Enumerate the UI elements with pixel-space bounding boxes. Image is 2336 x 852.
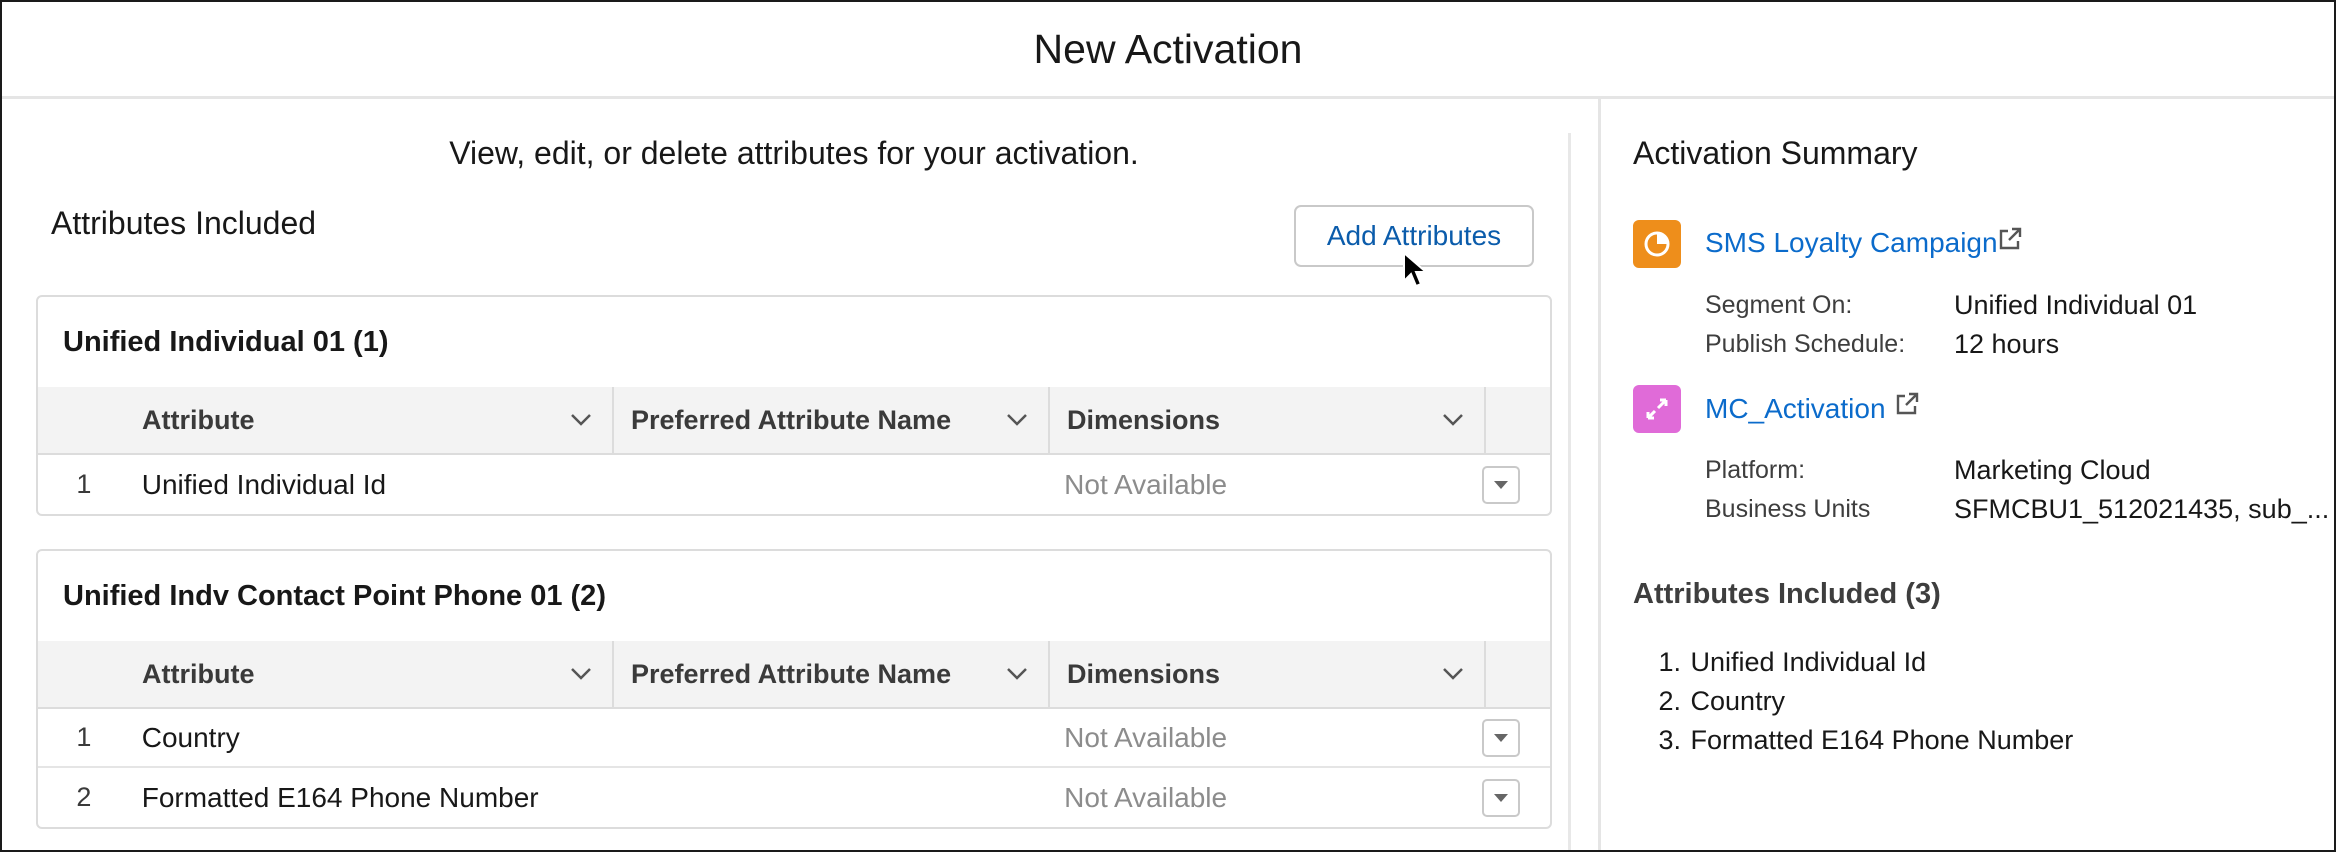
- activation-target-link[interactable]: MC_Activation: [1705, 393, 1886, 425]
- row-number: 2: [76, 782, 92, 812]
- attributes-included-heading: Attributes Included (3): [1633, 578, 1941, 610]
- attribute-name: Unified Individual Id: [141, 468, 387, 500]
- actions-header: [1486, 641, 1550, 707]
- column-label: Dimensions: [1067, 404, 1221, 435]
- group-title: Unified Individual 01 (1): [63, 325, 389, 358]
- segment-link[interactable]: SMS Loyalty Campaign: [1705, 227, 1998, 259]
- column-header-dimensions[interactable]: Dimensions: [1050, 387, 1486, 453]
- section-title: Attributes Included: [51, 205, 317, 241]
- page-header: New Activation: [2, 2, 2334, 99]
- row-number-header: [38, 387, 142, 453]
- business-units-value: SFMCBU1_512021435, sub_...: [1954, 494, 2330, 524]
- segment-on-value: Unified Individual 01: [1954, 290, 2198, 320]
- page-title: New Activation: [1033, 25, 1303, 72]
- dimensions-value: Not Available: [1064, 468, 1228, 500]
- attribute-name: Formatted E164 Phone Number: [141, 781, 539, 813]
- row-actions-button[interactable]: [1481, 465, 1520, 504]
- chevron-down-icon[interactable]: [1442, 667, 1464, 681]
- attributes-list: 1. Unified Individual Id 2. Country 3. F…: [1633, 643, 2073, 760]
- activation-summary-panel: Activation Summary SMS Loyalty Campaign …: [1598, 99, 2334, 850]
- chevron-down-icon[interactable]: [570, 413, 592, 427]
- column-label: Preferred Attribute Name: [631, 404, 952, 435]
- attribute-group-card: Unified Indv Contact Point Phone 01 (2) …: [36, 549, 1552, 829]
- platform-value: Marketing Cloud: [1954, 455, 2151, 485]
- row-number: 1: [76, 469, 92, 499]
- caret-down-icon: [1493, 733, 1508, 742]
- chevron-down-icon[interactable]: [1006, 667, 1028, 681]
- table-row: 1 Unified Individual Id Not Available: [38, 455, 1550, 514]
- column-header-dimensions[interactable]: Dimensions: [1050, 641, 1486, 707]
- dimensions-value: Not Available: [1064, 721, 1228, 753]
- attribute-group-card: Unified Individual 01 (1) Attribute Pref…: [36, 295, 1552, 516]
- publish-schedule-value: 12 hours: [1954, 329, 2060, 359]
- business-units-label: Business Units: [1705, 495, 1871, 523]
- chevron-down-icon[interactable]: [1442, 413, 1464, 427]
- chevron-down-icon[interactable]: [570, 667, 592, 681]
- caret-down-icon: [1493, 480, 1508, 489]
- column-label: Attribute: [142, 658, 255, 689]
- intro-text: View, edit, or delete attributes for you…: [449, 135, 1139, 171]
- row-actions-button[interactable]: [1481, 718, 1520, 757]
- scrollbar[interactable]: [1568, 133, 1571, 850]
- column-header-preferred[interactable]: Preferred Attribute Name: [614, 641, 1050, 707]
- list-item: 1. Unified Individual Id: [1658, 647, 1927, 677]
- row-number: 1: [76, 722, 92, 752]
- actions-header: [1486, 387, 1550, 453]
- column-header-preferred[interactable]: Preferred Attribute Name: [614, 387, 1050, 453]
- attributes-panel: View, edit, or delete attributes for you…: [2, 99, 1568, 850]
- column-label: Preferred Attribute Name: [631, 658, 952, 689]
- row-number-header: [38, 641, 142, 707]
- platform-label: Platform:: [1705, 456, 1806, 484]
- external-link-icon[interactable]: [1893, 390, 1921, 418]
- segment-on-label: Segment On:: [1705, 291, 1853, 319]
- column-label: Attribute: [142, 404, 255, 435]
- table-row: 2 Formatted E164 Phone Number Not Availa…: [38, 768, 1550, 827]
- table-header: Attribute Preferred Attribute Name Dimen…: [38, 641, 1550, 709]
- list-item: 3. Formatted E164 Phone Number: [1658, 725, 2074, 755]
- table-row: 1 Country Not Available: [38, 709, 1550, 768]
- mouse-pointer-icon: [1403, 251, 1428, 288]
- column-header-attribute[interactable]: Attribute: [142, 641, 614, 707]
- row-actions-button[interactable]: [1481, 778, 1520, 817]
- chevron-down-icon[interactable]: [1006, 413, 1028, 427]
- caret-down-icon: [1493, 793, 1508, 802]
- activation-target-icon: [1633, 385, 1681, 433]
- table-header: Attribute Preferred Attribute Name Dimen…: [38, 387, 1550, 455]
- attribute-name: Country: [141, 721, 240, 753]
- list-item: 2. Country: [1658, 686, 1786, 716]
- group-title: Unified Indv Contact Point Phone 01 (2): [63, 579, 606, 612]
- publish-schedule-label: Publish Schedule:: [1705, 330, 1906, 358]
- external-link-icon[interactable]: [1996, 225, 2024, 253]
- activation-window: New Activation View, edit, or delete att…: [0, 0, 2336, 852]
- column-label: Dimensions: [1067, 658, 1221, 689]
- summary-title: Activation Summary: [1633, 135, 1918, 171]
- dimensions-value: Not Available: [1064, 781, 1228, 813]
- segment-icon: [1633, 220, 1681, 268]
- column-header-attribute[interactable]: Attribute: [142, 387, 614, 453]
